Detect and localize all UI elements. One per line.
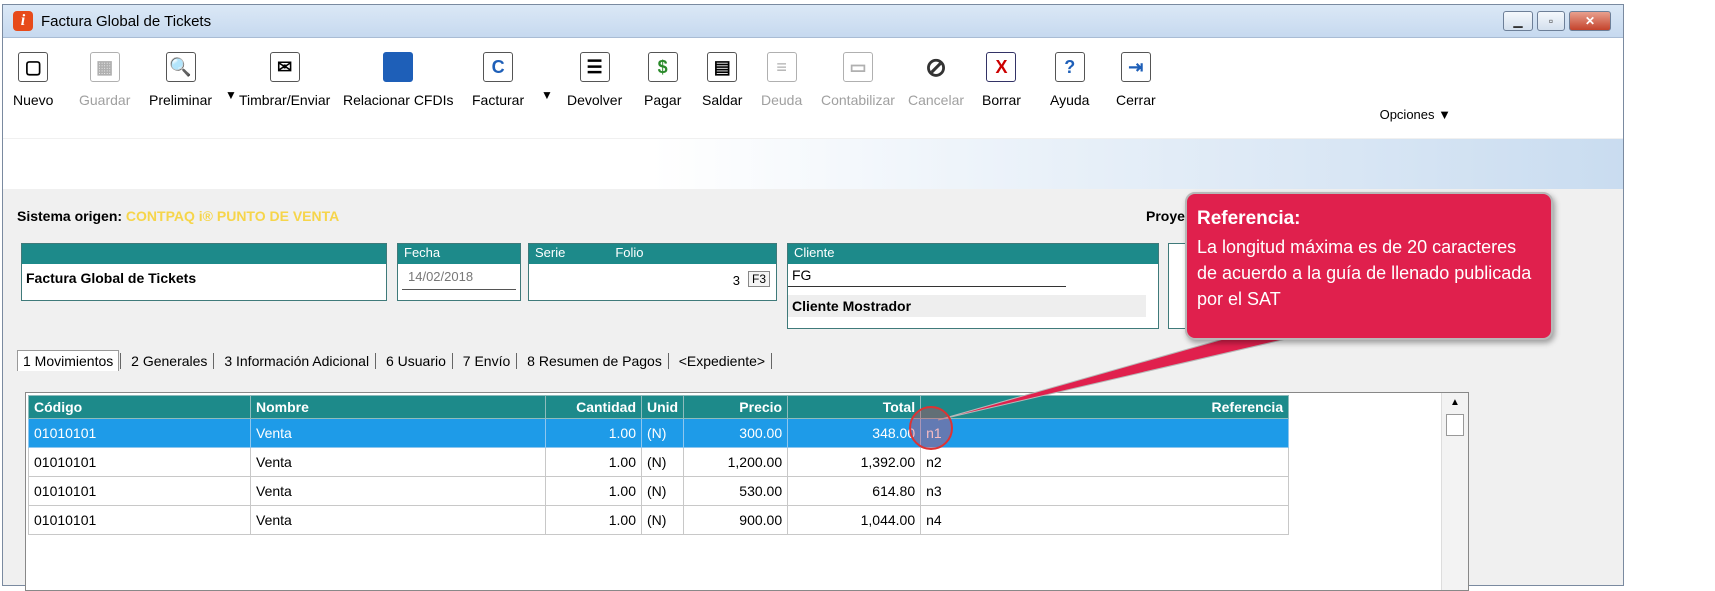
callout-title: Referencia:	[1197, 208, 1301, 229]
highlight-circle	[909, 406, 953, 450]
annotation-callout: Referencia: La longitud máxima es de 20 …	[1185, 192, 1553, 340]
callout-text: La longitud máxima es de 20 caracteres d…	[1197, 237, 1532, 309]
